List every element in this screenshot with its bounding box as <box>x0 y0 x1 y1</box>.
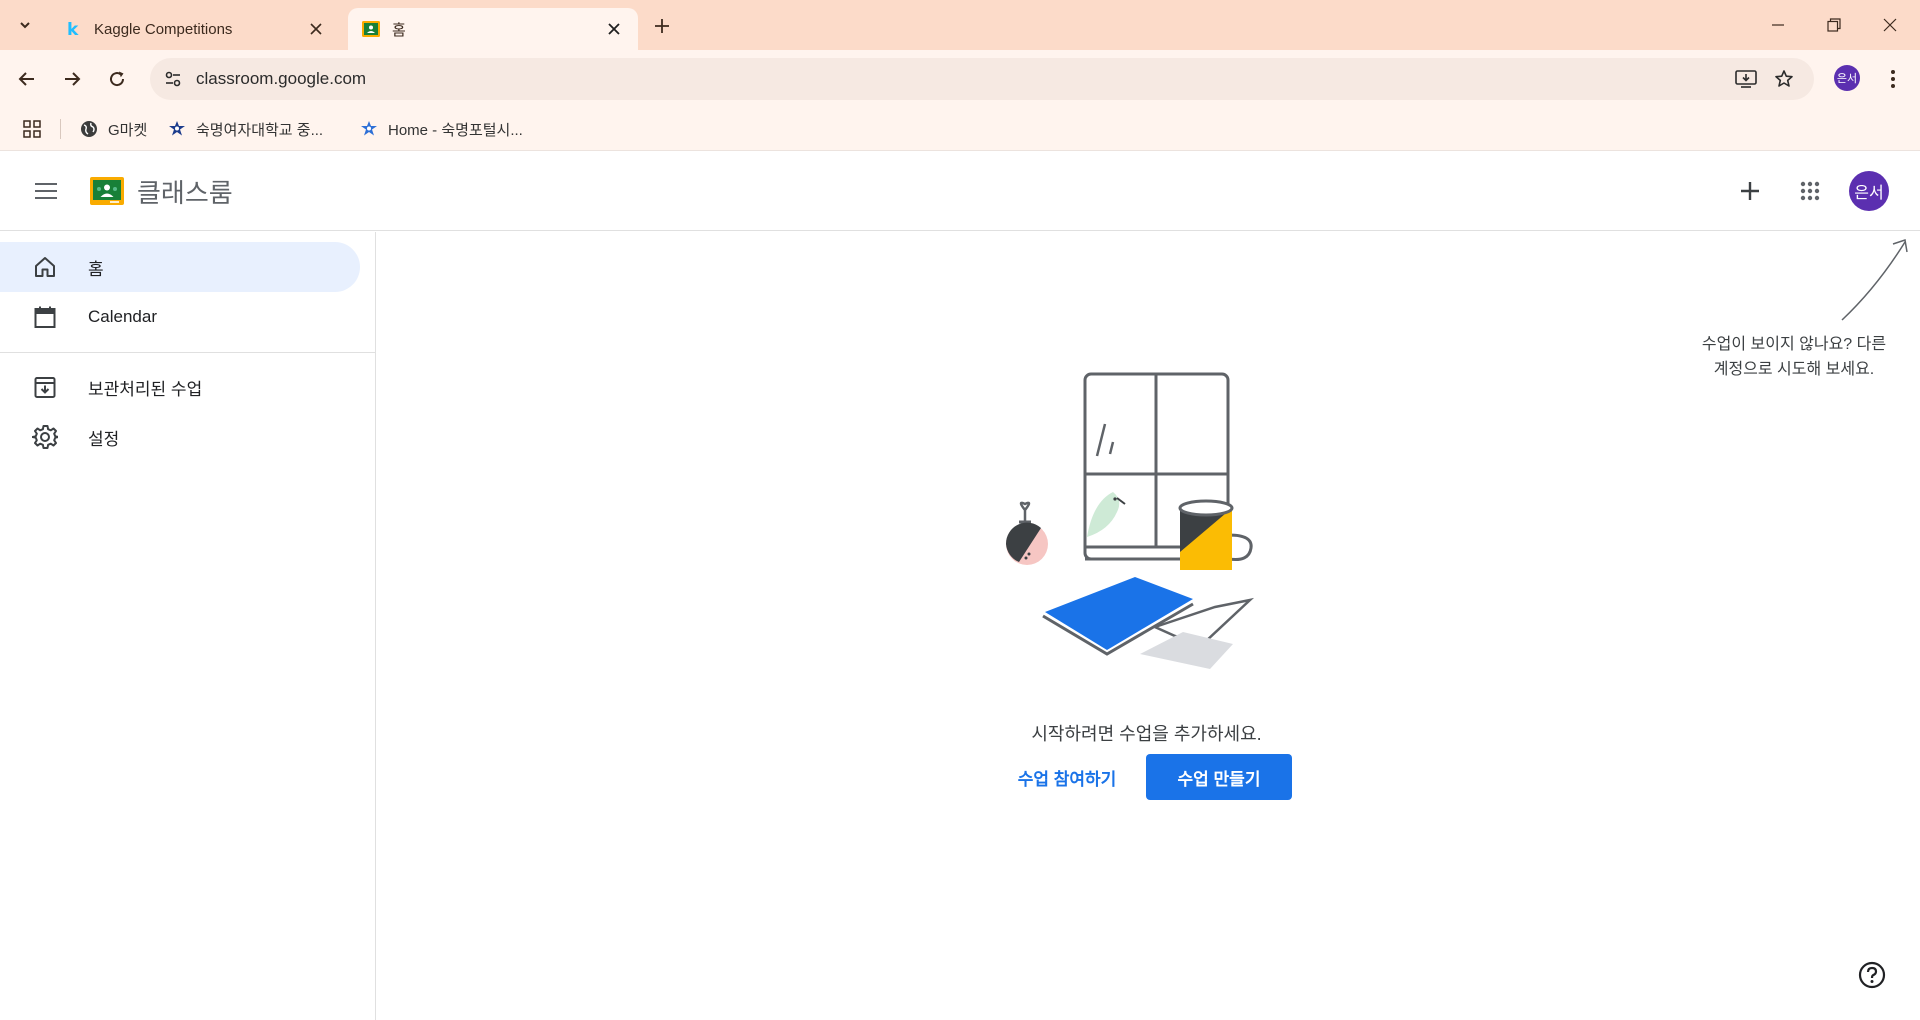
classroom-logo[interactable] <box>90 177 124 205</box>
apps-grid-icon <box>23 120 41 138</box>
reload-icon <box>110 71 125 87</box>
help-icon <box>1858 961 1886 989</box>
plus-icon <box>655 19 669 33</box>
close-icon[interactable] <box>306 19 326 39</box>
app-header: 클래스룸 은서 <box>0 151 1920 231</box>
svg-text:k: k <box>67 20 79 38</box>
classroom-icon <box>362 20 380 38</box>
bookmark-star-button[interactable] <box>1764 58 1804 100</box>
empty-state-message: 시작하려면 수업을 추가하세요. <box>1031 724 1262 744</box>
install-app-button[interactable] <box>1726 58 1766 100</box>
browser-toolbar: classroom.google.com 은서 <box>0 50 1920 107</box>
sidebar-item-label: 보관처리된 수업 <box>88 379 203 399</box>
forward-button[interactable] <box>55 62 89 96</box>
bookmark-sookmyung-portal[interactable]: Home - 숙명포털시... <box>360 115 523 143</box>
reload-button[interactable] <box>100 62 134 96</box>
tab-title: 홈 <box>392 21 406 39</box>
calendar-icon <box>32 304 58 330</box>
bookmark-label: Home - 숙명포털시... <box>388 121 523 139</box>
tab-search-button[interactable] <box>8 8 42 42</box>
main-menu-button[interactable] <box>24 169 68 213</box>
sookmyung-icon <box>360 120 378 138</box>
app-title[interactable]: 클래스룸 <box>137 173 233 210</box>
archive-icon <box>32 374 58 400</box>
back-button[interactable] <box>10 62 44 96</box>
sidebar-item-calendar[interactable]: Calendar <box>0 292 360 342</box>
browser-tab-strip: k Kaggle Competitions 홈 <box>0 0 1920 50</box>
close-window-button[interactable] <box>1862 0 1918 50</box>
sookmyung-icon <box>168 120 186 138</box>
close-icon <box>1883 18 1897 32</box>
switch-account-hint: 수업이 보이지 않나요? 다른 계정으로 시도해 보세요. <box>1679 332 1909 382</box>
new-tab-button[interactable] <box>648 12 676 40</box>
main-content: 수업이 보이지 않나요? 다른 계정으로 시도해 보세요. 시작하려면 수업을 … <box>377 232 1920 1020</box>
bookmark-label: G마켓 <box>108 121 148 139</box>
browser-menu-button[interactable] <box>1878 62 1908 96</box>
sidebar-item-archived[interactable]: 보관처리된 수업 <box>0 362 360 412</box>
help-button[interactable] <box>1855 958 1889 992</box>
more-vert-icon <box>1891 70 1895 88</box>
sidebar-item-home[interactable]: 홈 <box>0 242 360 292</box>
address-bar[interactable]: classroom.google.com <box>150 58 1814 100</box>
empty-state-illustration <box>1005 372 1255 669</box>
install-icon <box>1735 70 1757 88</box>
chevron-down-icon <box>20 22 30 29</box>
tab-classroom-home[interactable]: 홈 <box>348 8 638 50</box>
plus-icon <box>1741 182 1759 200</box>
tab-title: Kaggle Competitions <box>94 20 233 38</box>
restore-button[interactable] <box>1806 0 1862 50</box>
sidebar-item-settings[interactable]: 설정 <box>0 412 360 462</box>
join-class-button[interactable]: 수업 참여하기 <box>997 754 1137 800</box>
arrow-left-icon <box>18 72 34 86</box>
site-info-icon[interactable] <box>152 58 194 100</box>
hamburger-icon <box>35 183 57 199</box>
sidebar: 홈 Calendar 보관처리된 수업 설정 <box>0 232 376 1020</box>
bookmarks-separator <box>60 119 61 139</box>
bookmark-label: 숙명여자대학교 중... <box>196 121 324 139</box>
minimize-button[interactable] <box>1750 0 1806 50</box>
add-class-button[interactable] <box>1728 169 1772 213</box>
globe-icon <box>80 120 98 138</box>
browser-profile-avatar[interactable]: 은서 <box>1834 65 1860 91</box>
minimize-icon <box>1772 24 1784 26</box>
sidebar-divider <box>0 352 376 353</box>
tab-kaggle[interactable]: k Kaggle Competitions <box>50 8 340 50</box>
kaggle-icon: k <box>64 20 82 38</box>
sidebar-item-label: 설정 <box>88 429 120 449</box>
star-icon <box>1775 70 1793 87</box>
bookmarks-bar: G마켓 숙명여자대학교 중... Home - 숙명포털시... <box>0 107 1920 151</box>
apps-grid-icon <box>1800 181 1820 201</box>
hint-arrow-illustration <box>1841 239 1908 321</box>
hint-line: 수업이 보이지 않나요? 다른 <box>1701 336 1887 353</box>
bookmark-sookmyung[interactable]: 숙명여자대학교 중... <box>168 115 323 143</box>
account-avatar[interactable]: 은서 <box>1849 171 1889 211</box>
home-icon <box>32 254 58 280</box>
url-text: classroom.google.com <box>196 69 367 88</box>
apps-shortcut[interactable] <box>20 117 44 141</box>
bookmark-gmarket[interactable]: G마켓 <box>80 115 147 143</box>
arrow-right-icon <box>65 72 81 86</box>
restore-icon <box>1827 18 1841 32</box>
create-class-button[interactable]: 수업 만들기 <box>1146 754 1292 800</box>
hint-line: 계정으로 시도해 보세요. <box>1713 361 1875 378</box>
sidebar-item-label: 홈 <box>88 259 104 279</box>
google-apps-button[interactable] <box>1788 169 1832 213</box>
close-icon[interactable] <box>604 19 624 39</box>
sidebar-item-label: Calendar <box>88 307 157 326</box>
gear-icon <box>32 424 58 450</box>
